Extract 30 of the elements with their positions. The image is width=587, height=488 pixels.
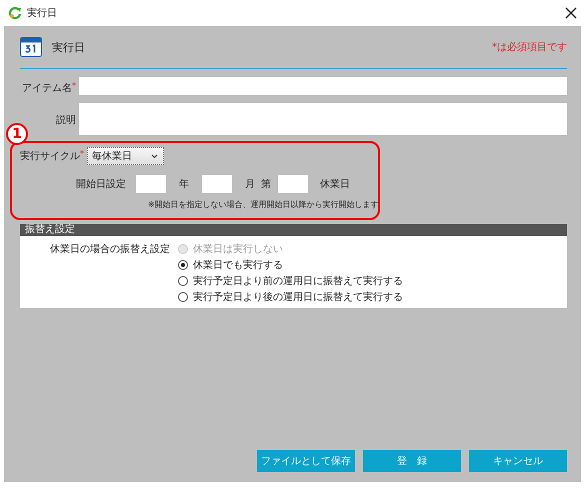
unit-label: 月: [245, 178, 255, 191]
calendar-icon: [20, 37, 42, 57]
input-field[interactable]: [278, 175, 308, 193]
radio-option[interactable]: 休業日でも実行する: [178, 258, 403, 272]
radio-option[interactable]: 実行予定日より前の運用日に振替えて実行する: [178, 274, 403, 288]
window-title: 実行日: [27, 6, 57, 20]
circular-arrows-icon: [8, 6, 22, 20]
field-label: アイテム名: [22, 82, 72, 95]
unit-label: 休業日: [320, 178, 350, 191]
unit-label: 年: [179, 178, 189, 191]
dropdown[interactable]: 毎休業日: [87, 147, 164, 165]
close-icon[interactable]: [565, 7, 577, 19]
field-label: 説明: [56, 114, 76, 127]
required-mark: *: [80, 149, 84, 158]
field-label: 開始日設定: [76, 178, 126, 191]
input-field[interactable]: [136, 175, 166, 193]
field-label: 休業日の場合の振替え設定: [50, 242, 170, 257]
form-title: 実行日: [52, 40, 85, 54]
required-mark: *: [72, 81, 76, 90]
radio-option[interactable]: 実行予定日より後の運用日に振替えて実行する: [178, 290, 403, 304]
chevron-down-icon: [151, 154, 158, 158]
hint-text: ※開始日を指定しない場合、運用開始日以降から実行開始します: [148, 199, 380, 210]
input-field[interactable]: [79, 77, 567, 95]
required-note: *は必須項目です: [492, 40, 567, 54]
description-field[interactable]: [79, 103, 567, 135]
unit-label: 第: [261, 178, 271, 191]
input-field[interactable]: [202, 175, 232, 193]
annotation-number: 1: [6, 123, 28, 145]
field-label: 実行サイクル: [20, 150, 80, 163]
section-header: 振替え設定: [20, 224, 567, 236]
